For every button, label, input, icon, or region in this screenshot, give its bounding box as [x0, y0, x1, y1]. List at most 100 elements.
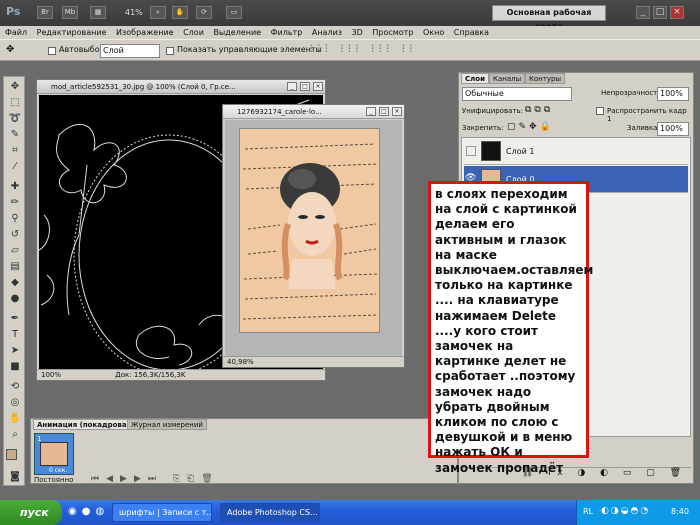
layer-1-name[interactable]: Слой 1	[506, 147, 534, 156]
autoselect-select[interactable]: Слой	[100, 44, 160, 58]
show-controls-label: Показать управляющие элементы	[177, 45, 322, 54]
start-button[interactable]: пуск	[0, 500, 62, 525]
zoom-level[interactable]: 41%	[125, 8, 143, 17]
eyedropper-icon[interactable]: ⁄	[8, 161, 22, 173]
close-icon[interactable]: ×	[670, 6, 684, 19]
doc1-close-icon[interactable]: ×	[313, 82, 323, 91]
doc1-title[interactable]: mod_article592531_30.jpg @ 100% (Слой 0,…	[37, 80, 325, 94]
show-controls-checkbox[interactable]	[166, 47, 174, 55]
rotate-icon[interactable]: ⟳	[196, 6, 212, 19]
maximize-icon[interactable]: □	[653, 6, 667, 19]
doc2-close-icon[interactable]: ×	[392, 107, 402, 116]
stamp-icon[interactable]: ⚲	[8, 213, 22, 225]
tab-layers[interactable]: Слои	[461, 73, 489, 84]
foreground-color-swatch[interactable]	[6, 449, 17, 460]
doc1-minimize-icon[interactable]: _	[287, 82, 297, 91]
frame-1[interactable]: 1 0 сек.	[34, 433, 74, 475]
minimize-icon[interactable]: _	[636, 6, 650, 19]
menu-view[interactable]: Просмотр	[372, 26, 413, 39]
doc1-status-bar: 100% Док: 156,3K/156,3K	[37, 369, 325, 380]
3d-orbit-icon[interactable]: ◎	[8, 397, 22, 409]
taskbar: пуск ◉●◍ шрифты | Записи с т... Adobe Ph…	[0, 500, 700, 525]
unify-icons[interactable]: ⧉⧉⧉	[525, 105, 553, 115]
path-select-icon[interactable]: ➤	[8, 345, 22, 357]
playback-controls[interactable]: ⏮◀▶▶⏭ ⎘⎗🗑	[91, 474, 220, 484]
zoom-tool-icon[interactable]: ⌕	[8, 429, 22, 441]
zoom-icon[interactable]: ⌕	[150, 6, 166, 19]
doc2-zoom[interactable]: 40,98%	[227, 358, 254, 366]
move-icon[interactable]: ✥	[8, 81, 22, 93]
menu-file[interactable]: Файл	[5, 26, 27, 39]
doc2-canvas[interactable]	[225, 120, 402, 356]
shape-icon[interactable]: ■	[8, 361, 22, 373]
tray-icons[interactable]: ◐◑◒◓◔	[601, 506, 650, 516]
menu-window[interactable]: Окно	[423, 26, 444, 39]
marquee-icon[interactable]: ⬚	[8, 97, 22, 109]
type-icon[interactable]: T	[8, 329, 22, 341]
menu-select[interactable]: Выделение	[213, 26, 261, 39]
tab-measurement-log[interactable]: Журнал измерений	[127, 419, 207, 430]
blur-icon[interactable]: ◆	[8, 277, 22, 289]
doc2-minimize-icon[interactable]: _	[366, 107, 376, 116]
hand-icon[interactable]: ✋	[172, 6, 188, 19]
frame-delay[interactable]: 0 сек.	[49, 467, 67, 474]
autoselect-checkbox[interactable]	[48, 47, 56, 55]
menu-3d[interactable]: 3D	[352, 26, 363, 39]
gradient-icon[interactable]: ▤	[8, 261, 22, 273]
quick-launch-icons[interactable]: ◉●◍	[68, 506, 109, 517]
instruction-callout: в слоях переходим на слой с картинкой де…	[428, 181, 593, 475]
lock-icons[interactable]: ▢✎✥🔒	[507, 122, 554, 132]
eraser-icon[interactable]: ▱	[8, 245, 22, 257]
pen-icon[interactable]: ✒	[8, 313, 22, 325]
doc1-maximize-icon[interactable]: □	[300, 82, 310, 91]
blend-mode-select[interactable]: Обычные	[462, 87, 572, 101]
opacity-input[interactable]: 100%	[657, 87, 689, 101]
tab-channels[interactable]: Каналы	[489, 73, 526, 84]
system-tray: RL ◐◑◒◓◔ 8:40	[576, 500, 700, 525]
language-indicator[interactable]: RL	[583, 507, 593, 516]
clock: 8:40	[671, 507, 689, 516]
align-icons[interactable]: ⫶⫶⫶ ⫶⫶⫶ ⫶⫶⫶ ⫶⫶	[310, 44, 417, 55]
dodge-icon[interactable]: ●	[8, 293, 22, 305]
workspace-switcher[interactable]: Основная рабочая среда	[492, 5, 606, 31]
layer-row-1[interactable]: Слой 1	[464, 138, 688, 165]
tab-animation[interactable]: Анимация (покадровая)	[33, 419, 139, 430]
menu-analysis[interactable]: Анализ	[312, 26, 342, 39]
hand-tool-icon[interactable]: ✋	[8, 413, 22, 425]
bridge-icon[interactable]: Br	[37, 6, 53, 19]
opacity-label: Непрозрачность:	[601, 89, 664, 97]
task-photoshop[interactable]: Adobe Photoshop CS...	[220, 503, 320, 522]
task-browser[interactable]: шрифты | Записи с т...	[112, 503, 212, 522]
crop-icon[interactable]: ⌗	[8, 145, 22, 157]
document-window-2[interactable]: 1276932174_carole-lo... _ □ × 40,98%	[222, 104, 405, 368]
tab-paths[interactable]: Контуры	[525, 73, 566, 84]
healing-icon[interactable]: ✚	[8, 181, 22, 193]
minibridge-icon[interactable]: Mb	[62, 6, 78, 19]
doc2-maximize-icon[interactable]: □	[379, 107, 389, 116]
history-brush-icon[interactable]: ↺	[8, 229, 22, 241]
loop-select[interactable]: Постоянно	[34, 476, 73, 484]
menu-image[interactable]: Изображение	[116, 26, 174, 39]
fill-input[interactable]: 100%	[657, 122, 689, 136]
propagate-checkbox[interactable]	[596, 107, 604, 115]
3d-rotate-icon[interactable]: ⟲	[8, 381, 22, 393]
lasso-icon[interactable]: ➰	[8, 113, 22, 125]
quick-select-icon[interactable]: ✎	[8, 129, 22, 141]
move-tool-icon[interactable]: ✥	[6, 44, 14, 55]
tools-panel: ✥ ⬚ ➰ ✎ ⌗ ⁄ ✚ ✏ ⚲ ↺ ▱ ▤ ◆ ● ✒ T ➤ ■ ⟲ ◎ …	[3, 76, 25, 486]
visibility-toggle-empty[interactable]	[466, 146, 476, 156]
blend-row: Обычные Непрозрачность: 100%	[459, 86, 693, 102]
menu-layers[interactable]: Слои	[183, 26, 204, 39]
doc1-zoom[interactable]: 100%	[41, 371, 61, 379]
quick-mask-icon[interactable]: ◙	[8, 471, 22, 483]
menu-edit[interactable]: Редактирование	[37, 26, 107, 39]
doc2-title[interactable]: 1276932174_carole-lo...	[223, 105, 404, 119]
doc1-info[interactable]: Док: 156,3K/156,3K	[115, 371, 185, 379]
view-extras-icon[interactable]: ▦	[90, 6, 106, 19]
menu-help[interactable]: Справка	[454, 26, 489, 39]
brush-icon[interactable]: ✏	[8, 197, 22, 209]
menu-filter[interactable]: Фильтр	[271, 26, 303, 39]
screen-mode-icon[interactable]: ▭	[226, 6, 242, 19]
fill-label: Заливка:	[627, 124, 660, 132]
animation-panel: Анимация (покадровая) Журнал измерений 1…	[30, 418, 458, 484]
